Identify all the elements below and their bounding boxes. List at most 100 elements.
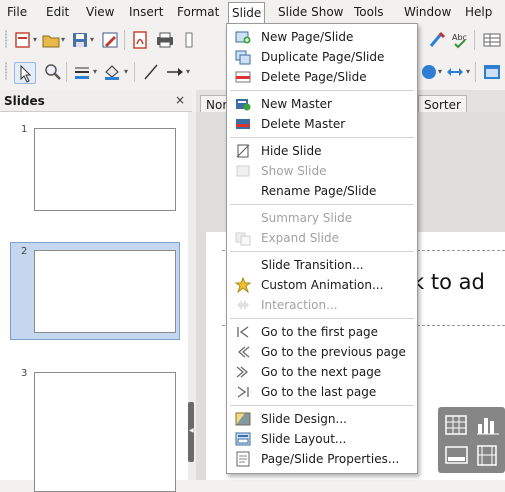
slide-layout-icon [235, 431, 251, 447]
menu-separator [230, 405, 414, 406]
menu-item-slide-transition[interactable]: Slide Transition... [228, 255, 416, 275]
video-layout-icon[interactable] [474, 442, 502, 470]
table-icon[interactable] [483, 31, 501, 49]
menu-window[interactable]: Window [404, 5, 451, 19]
toolbar-grip[interactable] [5, 30, 7, 48]
image-layout-icon[interactable] [443, 442, 471, 470]
menu-separator [230, 137, 414, 138]
arrow-line-icon[interactable] [166, 63, 184, 81]
expand-slide-icon [235, 230, 251, 246]
slide-thumbnail-item[interactable]: 3 [10, 364, 180, 492]
slide-thumbnail-item-selected[interactable]: 2 [10, 242, 180, 340]
chevron-down-icon[interactable]: ▾ [61, 35, 65, 44]
menu-item-first-page[interactable]: Go to the first page [228, 322, 416, 342]
shapes-icon[interactable] [420, 63, 438, 81]
menu-item-label: Delete Page/Slide [261, 70, 367, 84]
tab-slide-sorter[interactable]: Sorter [418, 95, 467, 113]
menu-item-new-master[interactable]: New Master [228, 94, 416, 114]
menu-item-summary-slide[interactable]: Summary Slide [228, 208, 416, 228]
menu-item-label: Custom Animation... [261, 278, 384, 292]
menu-edit[interactable]: Edit [46, 5, 69, 19]
next-page-icon [235, 364, 251, 380]
menu-item-show-slide[interactable]: Show Slide [228, 161, 416, 181]
toolbar-more-icon[interactable] [184, 31, 202, 49]
chevron-down-icon[interactable]: ▾ [466, 67, 470, 76]
last-page-icon [235, 384, 251, 400]
menu-item-interaction[interactable]: Interaction... [228, 295, 416, 315]
previous-page-icon [235, 344, 251, 360]
new-document-icon[interactable] [14, 31, 32, 49]
chevron-down-icon[interactable]: ▾ [33, 35, 37, 44]
chevron-down-icon[interactable]: ▾ [124, 67, 128, 76]
menu-item-expand-slide[interactable]: Expand Slide [228, 228, 416, 248]
custom-animation-icon [234, 276, 252, 294]
menu-item-slide-layout[interactable]: Slide Layout... [228, 429, 416, 449]
menu-slide[interactable]: Slide [228, 2, 266, 23]
menu-item-delete-master[interactable]: Delete Master [228, 114, 416, 134]
menu-format[interactable]: Format [177, 5, 219, 19]
table-layout-icon[interactable] [443, 412, 471, 440]
slide-number: 3 [21, 368, 28, 379]
close-icon[interactable]: × [175, 93, 185, 107]
chevron-down-icon[interactable]: ▾ [93, 67, 97, 76]
menu-insert[interactable]: Insert [129, 5, 163, 19]
select-arrow-icon[interactable] [14, 62, 36, 84]
table-insert-icon[interactable] [483, 63, 501, 81]
open-folder-icon[interactable] [42, 31, 60, 49]
chevron-down-icon[interactable]: ▾ [90, 35, 94, 44]
save-icon[interactable] [71, 31, 89, 49]
menu-item-custom-animation[interactable]: Custom Animation... [228, 275, 416, 295]
chevron-down-icon[interactable]: ▾ [438, 67, 442, 76]
show-slide-icon [235, 163, 251, 179]
menu-separator [230, 90, 414, 91]
toolbar-separator [474, 30, 475, 50]
toolbar-grip[interactable] [5, 62, 7, 80]
page-properties-icon [235, 451, 251, 467]
menu-help[interactable]: Help [465, 5, 492, 19]
first-page-icon [235, 324, 251, 340]
slide-preview [34, 128, 176, 211]
menu-item-label: Rename Page/Slide [261, 184, 377, 198]
menu-item-label: Show Slide [261, 164, 327, 178]
menu-item-delete-slide[interactable]: Delete Page/Slide [228, 67, 416, 87]
menu-file[interactable]: File [7, 5, 27, 19]
collapse-arrow-icon[interactable]: ◀ [189, 427, 194, 434]
chevron-down-icon[interactable]: ▾ [186, 67, 190, 76]
spellcheck-icon[interactable]: Abc [452, 31, 470, 49]
print-icon[interactable] [156, 31, 174, 49]
menu-item-rename-slide[interactable]: Rename Page/Slide [228, 181, 416, 201]
menu-item-new-slide[interactable]: New Page/Slide [228, 27, 416, 47]
menu-item-hide-slide[interactable]: Hide Slide [228, 141, 416, 161]
slide-menu-dropdown: New Page/Slide Duplicate Page/Slide Dele… [226, 23, 418, 474]
toolbar-separator [134, 62, 135, 82]
menu-item-last-page[interactable]: Go to the last page [228, 382, 416, 402]
menu-item-slide-design[interactable]: Slide Design... [228, 409, 416, 429]
menu-item-label: Interaction... [261, 298, 338, 312]
new-master-icon [235, 96, 251, 112]
menu-item-next-page[interactable]: Go to the next page [228, 362, 416, 382]
zoom-icon[interactable] [44, 63, 62, 81]
slides-pane: 1 2 3 [0, 112, 188, 492]
slide-thumbnail-item[interactable]: 1 [10, 120, 180, 218]
slide-preview [34, 372, 176, 492]
menu-view[interactable]: View [86, 5, 114, 19]
edit-file-icon[interactable] [101, 31, 119, 49]
menu-item-previous-page[interactable]: Go to the previous page [228, 342, 416, 362]
menu-tools[interactable]: Tools [354, 5, 384, 19]
chart-layout-icon[interactable] [474, 412, 502, 440]
title-placeholder-text[interactable]: k to ad [412, 270, 485, 294]
menu-item-duplicate-slide[interactable]: Duplicate Page/Slide [228, 47, 416, 67]
menu-item-page-properties[interactable]: Page/Slide Properties... [228, 449, 416, 469]
export-pdf-icon[interactable] [131, 31, 149, 49]
delete-master-icon [235, 116, 251, 132]
double-arrow-icon[interactable] [446, 63, 464, 81]
menu-item-label: Duplicate Page/Slide [261, 50, 385, 64]
autocorrect-icon[interactable] [428, 31, 446, 49]
line-tool-icon[interactable] [142, 63, 160, 81]
toolbar-separator [124, 30, 125, 50]
line-color-icon[interactable] [73, 63, 91, 81]
fill-color-icon[interactable] [103, 63, 121, 81]
menu-slide-show[interactable]: Slide Show [278, 5, 343, 19]
slide-number: 2 [21, 246, 28, 257]
toolbar-separator [475, 62, 476, 82]
